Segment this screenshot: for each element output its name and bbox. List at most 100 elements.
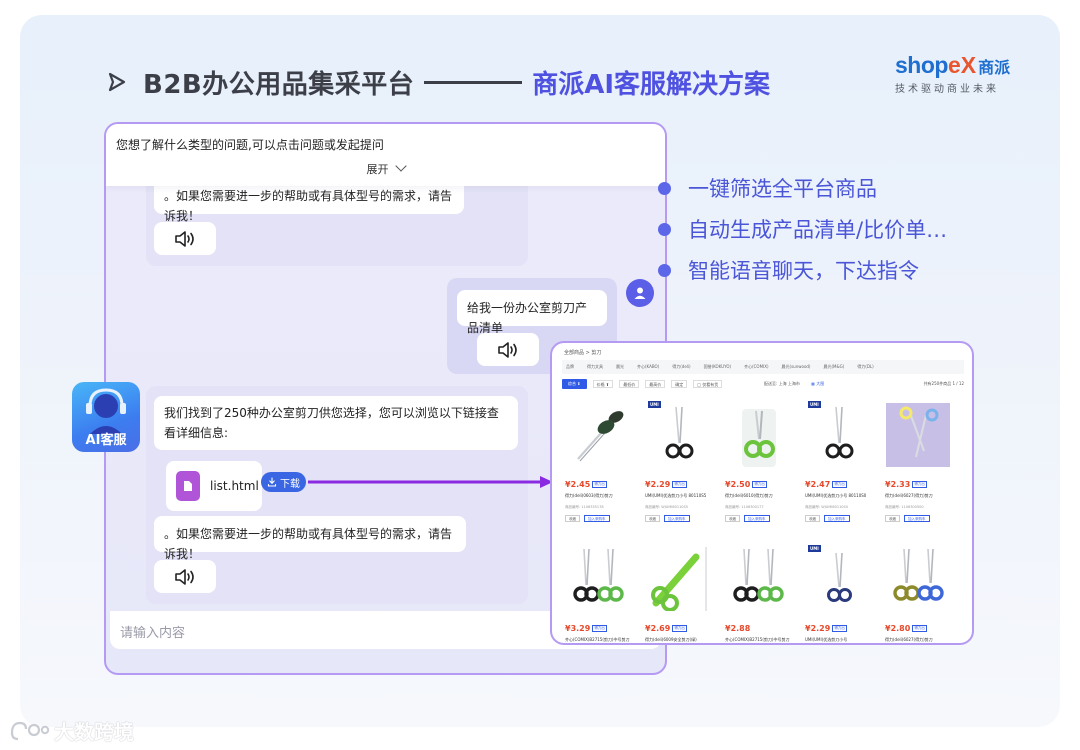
product-price: ¥2.29 得力出: [645, 480, 687, 489]
product-name: UMI(UMI)优选剪刀小号 80110S5: [645, 493, 707, 498]
product-price-value: ¥2.50: [725, 480, 751, 489]
file-icon: [176, 471, 200, 501]
shopex-logo: shop eX 商派 技术驱动商业未来: [895, 52, 1025, 95]
watermark-logo-icon: [10, 721, 50, 740]
sort-default-button[interactable]: 综合 ⬇: [562, 379, 587, 389]
umi-brand-tag: UMI: [808, 401, 821, 408]
favorite-button[interactable]: 收藏: [805, 515, 820, 522]
speaker-button[interactable]: [154, 560, 216, 593]
product-badge: 得力出: [912, 625, 927, 632]
document-icon: [184, 481, 192, 491]
slide-title: B2B办公用品集采平台 商派AI客服解决方案: [105, 62, 770, 102]
product-card[interactable]: ¥2.33 得力出 得力(deli)6027(得力)剪刀 商品编号: 11063005…: [882, 399, 960, 524]
ai-service-badge: AI客服: [72, 382, 140, 452]
product-badge: 得力出: [592, 481, 607, 488]
brand-filter-item[interactable]: 得力文具: [587, 364, 603, 370]
bot-message-bubble: 我们找到了250种办公室剪刀供您选择，您可以浏览以下链接查看详细信息:: [154, 396, 518, 450]
product-card[interactable]: ¥2.50 得力出 得力(deli)6010(得力)剪刀 商品编号: 11063001…: [722, 399, 800, 524]
product-card[interactable]: ¥3.29 得力出齐心(COMIX)B2715(剪刀)中号剪刀: [562, 543, 640, 643]
product-name: 得力(deli)6027(得力)剪刀: [885, 493, 933, 498]
sort-toolbar-item[interactable]: 确定: [671, 380, 688, 388]
speaker-button[interactable]: [477, 333, 539, 366]
scissors-pastel-pack-image: [886, 403, 950, 467]
brand-filter-item[interactable]: 得力(deli): [672, 364, 690, 370]
file-name: list.html: [210, 479, 259, 493]
product-card[interactable]: ¥2.29 得力出 UMI(UMI)优选剪刀小号 80110S5 商品编号: WJUM…: [642, 399, 720, 524]
expand-button[interactable]: 展开: [106, 160, 665, 177]
brand-filter-item[interactable]: 得力(DL): [857, 364, 873, 370]
product-name: UMI(UMI)优选剪刀小号 80110S0: [805, 493, 867, 498]
umi-brand-tag: UMI: [648, 401, 661, 408]
product-name: 得力(deli)0603(得力)剪刀: [565, 493, 613, 498]
logo-shop: shop: [895, 52, 948, 78]
sort-toolbar-item[interactable]: 最低价: [619, 380, 640, 388]
brand-filter-item[interactable]: 晨光: [616, 364, 624, 370]
view-toggle[interactable]: ▦ 大图: [811, 381, 824, 386]
bot-message-text: 。如果您需要进一步的帮助或有具体型号的需求，请告诉我！: [164, 189, 453, 223]
file-attachment[interactable]: list.html: [166, 461, 262, 511]
favorite-button[interactable]: 收藏: [885, 515, 900, 522]
product-price-value: ¥2.29: [805, 624, 831, 633]
brand-filter-item[interactable]: 齐心(COMIX): [744, 364, 768, 370]
product-price: ¥2.33 得力出: [885, 480, 927, 489]
add-to-cart-button[interactable]: 加入采购车: [824, 515, 850, 522]
product-price-value: ¥3.29: [565, 624, 591, 633]
add-to-cart-button[interactable]: 加入采购车: [664, 515, 690, 522]
product-card[interactable]: ¥2.45 得力出 得力(deli)0603(得力)剪刀 商品编号: 11063351…: [562, 399, 640, 524]
favorite-button[interactable]: 收藏: [645, 515, 660, 522]
speaker-icon: [175, 230, 194, 247]
scissors-gray-green-image: [577, 411, 624, 462]
add-to-cart-button[interactable]: 加入采购车: [904, 515, 930, 522]
brand-filter-item[interactable]: 晨光(sunwood): [782, 364, 811, 370]
scissors-navy-image: [827, 552, 852, 602]
scissors-green-pack-image: [742, 409, 776, 467]
product-price-value: ¥2.33: [885, 480, 911, 489]
ship-location-label: 配送至: 上海 上海市: [764, 381, 800, 386]
favorite-button[interactable]: 收藏: [565, 515, 580, 522]
ship-location[interactable]: 配送至: 上海 上海市 ▦ 大图: [764, 381, 824, 387]
sort-toolbar-item[interactable]: 最高价: [645, 380, 666, 388]
product-badge: 得力出: [752, 481, 767, 488]
add-to-cart-button[interactable]: 加入采购车: [744, 515, 770, 522]
brand-filter-item[interactable]: 国誉(KOKUYO): [704, 364, 732, 370]
brand-filter-item[interactable]: 齐心(KABO): [637, 364, 659, 370]
sort-toolbar-item[interactable]: 价格 ⬆: [592, 380, 614, 388]
product-card[interactable]: ¥2.80 得力出 得力(deli)6027(得力)剪刀: [882, 543, 960, 643]
scissors-black-small-image: [825, 406, 854, 459]
logo-ex: eX: [947, 52, 977, 78]
umi-brand-tag: UMI: [808, 545, 821, 552]
feature-text: 自动生成产品清单/比价单…: [688, 218, 948, 242]
feature-item: 自动生成产品清单/比价单…: [658, 214, 947, 244]
product-card[interactable]: ¥2.88 齐心(COMIX)B2715(剪刀)中号剪刀: [722, 543, 800, 643]
add-to-cart-button[interactable]: 加入采购车: [584, 515, 610, 522]
speaker-button[interactable]: [154, 222, 216, 255]
product-code: 商品编号: 1106300177: [725, 505, 764, 509]
product-card[interactable]: ¥2.69 得力出 得力(deli)6009安全剪刀(绿): [642, 543, 720, 643]
product-badge: 得力出: [592, 625, 607, 632]
brand-filter-item[interactable]: 品牌: [566, 364, 574, 370]
product-price-value: ¥2.80: [885, 624, 911, 633]
brand-filter-item[interactable]: 晨光(M&G): [824, 364, 845, 370]
product-name: 得力(deli)6009安全剪刀(绿): [645, 637, 697, 642]
arrow-right-icon: [108, 72, 126, 92]
bullet-dot-icon: [658, 181, 671, 195]
user-icon: [634, 287, 646, 299]
user-message-text: 给我一份办公室剪刀产品清单: [467, 301, 588, 335]
bullet-dot-icon: [658, 222, 671, 236]
favorite-button[interactable]: 收藏: [725, 515, 740, 522]
product-badge: 得力出: [672, 481, 687, 488]
product-actions: 收藏 加入采购车: [805, 515, 850, 522]
product-code: 商品编号: WJUMI80110S0: [805, 505, 848, 509]
product-badge: 得力出: [832, 481, 847, 488]
product-card[interactable]: ¥2.29 得力出 UMI(UMI)优选剪刀小号 UMI: [802, 543, 880, 643]
scissors-black-small-image: [665, 406, 694, 459]
title-dash-divider: [424, 80, 523, 84]
brand-filter-bar: 品牌 得力文具 晨光 齐心(KABO) 得力(deli) 国誉(KOKUYO) 齐心(COM…: [562, 360, 964, 374]
chat-input-placeholder: 请输入内容: [120, 626, 186, 641]
scissors-green-safety-image: [651, 547, 707, 611]
product-price-value: ¥2.29: [645, 480, 671, 489]
sort-toolbar-item[interactable]: □ 仅看有货: [693, 380, 723, 388]
download-button[interactable]: 下载: [261, 472, 306, 492]
product-card[interactable]: ¥2.47 得力出 UMI(UMI)优选剪刀小号 80110S0 商品编号: WJUM…: [802, 399, 880, 524]
product-name: 齐心(COMIX)B2715(剪刀)中号剪刀: [565, 637, 630, 642]
